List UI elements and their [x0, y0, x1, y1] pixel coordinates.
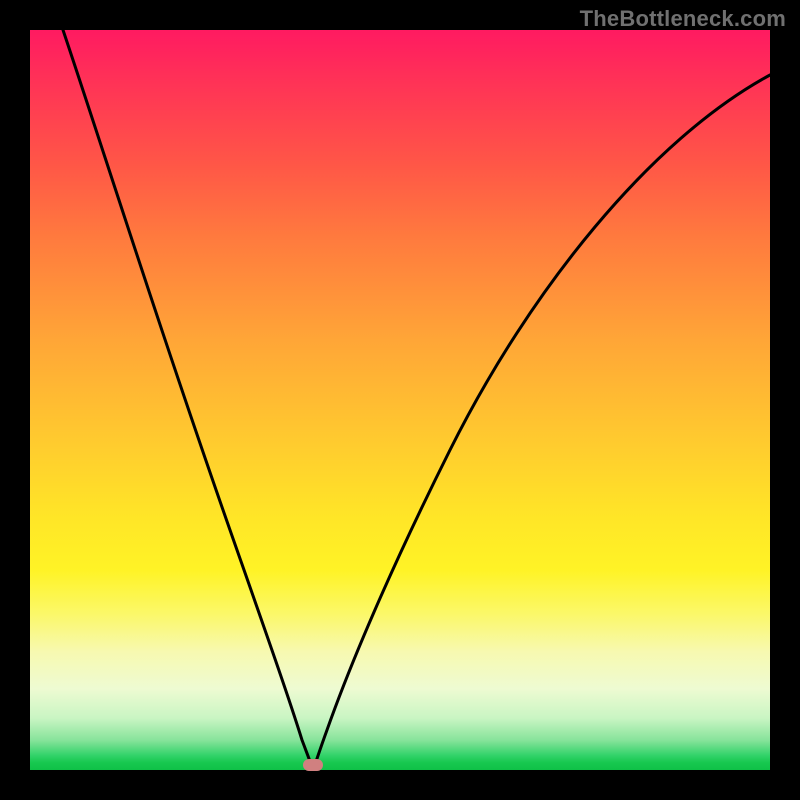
- chart-frame: TheBottleneck.com: [0, 0, 800, 800]
- plot-area: [30, 30, 770, 770]
- curve-right-branch: [313, 75, 770, 770]
- bottleneck-curve: [30, 30, 770, 770]
- watermark-text: TheBottleneck.com: [580, 6, 786, 32]
- optimum-marker: [303, 759, 323, 771]
- curve-left-branch: [63, 30, 313, 770]
